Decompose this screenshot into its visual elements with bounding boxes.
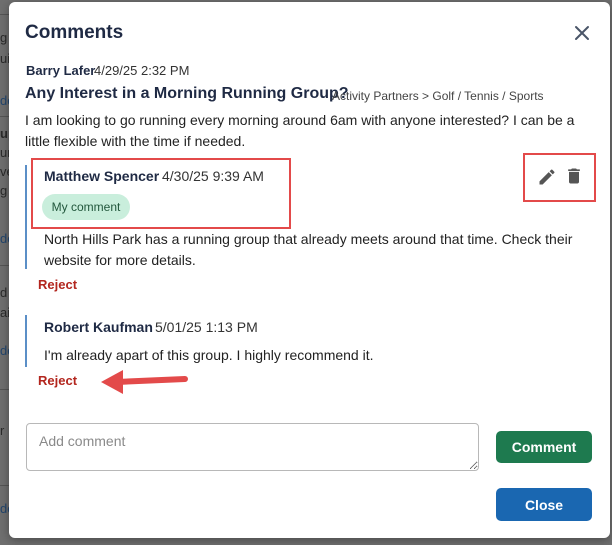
background-text: g bbox=[0, 183, 8, 198]
post-category: Activity Partners > Golf / Tennis / Spor… bbox=[332, 89, 544, 103]
close-button[interactable]: Close bbox=[496, 488, 592, 521]
comment-button[interactable]: Comment bbox=[496, 431, 592, 463]
post-date: 4/29/25 2:32 PM bbox=[94, 63, 190, 78]
close-icon[interactable] bbox=[572, 23, 592, 43]
arrow-annotation bbox=[101, 370, 188, 394]
comments-modal: Comments Barry Lafer 4/29/25 2:32 PM Any… bbox=[9, 2, 610, 538]
add-comment-input[interactable] bbox=[26, 423, 479, 471]
highlight-box bbox=[523, 153, 596, 202]
post-body: I am looking to go running every morning… bbox=[25, 112, 575, 149]
background-text: d bbox=[0, 285, 8, 300]
background-text: r bbox=[0, 423, 5, 438]
comment-date: 5/01/25 1:13 PM bbox=[155, 319, 258, 335]
highlight-box bbox=[31, 158, 291, 229]
comment-body: North Hills Park has a running group tha… bbox=[44, 231, 573, 268]
post-author: Barry Lafer bbox=[26, 63, 96, 78]
thread-bar bbox=[25, 315, 27, 367]
reject-link[interactable]: Reject bbox=[38, 277, 77, 292]
reject-link[interactable]: Reject bbox=[38, 373, 77, 388]
background-text: g bbox=[0, 30, 8, 45]
comment-author: Robert Kaufman bbox=[44, 319, 153, 335]
modal-title: Comments bbox=[25, 22, 124, 43]
post-title: Any Interest in a Morning Running Group? bbox=[25, 85, 349, 102]
thread-bar bbox=[25, 165, 27, 269]
